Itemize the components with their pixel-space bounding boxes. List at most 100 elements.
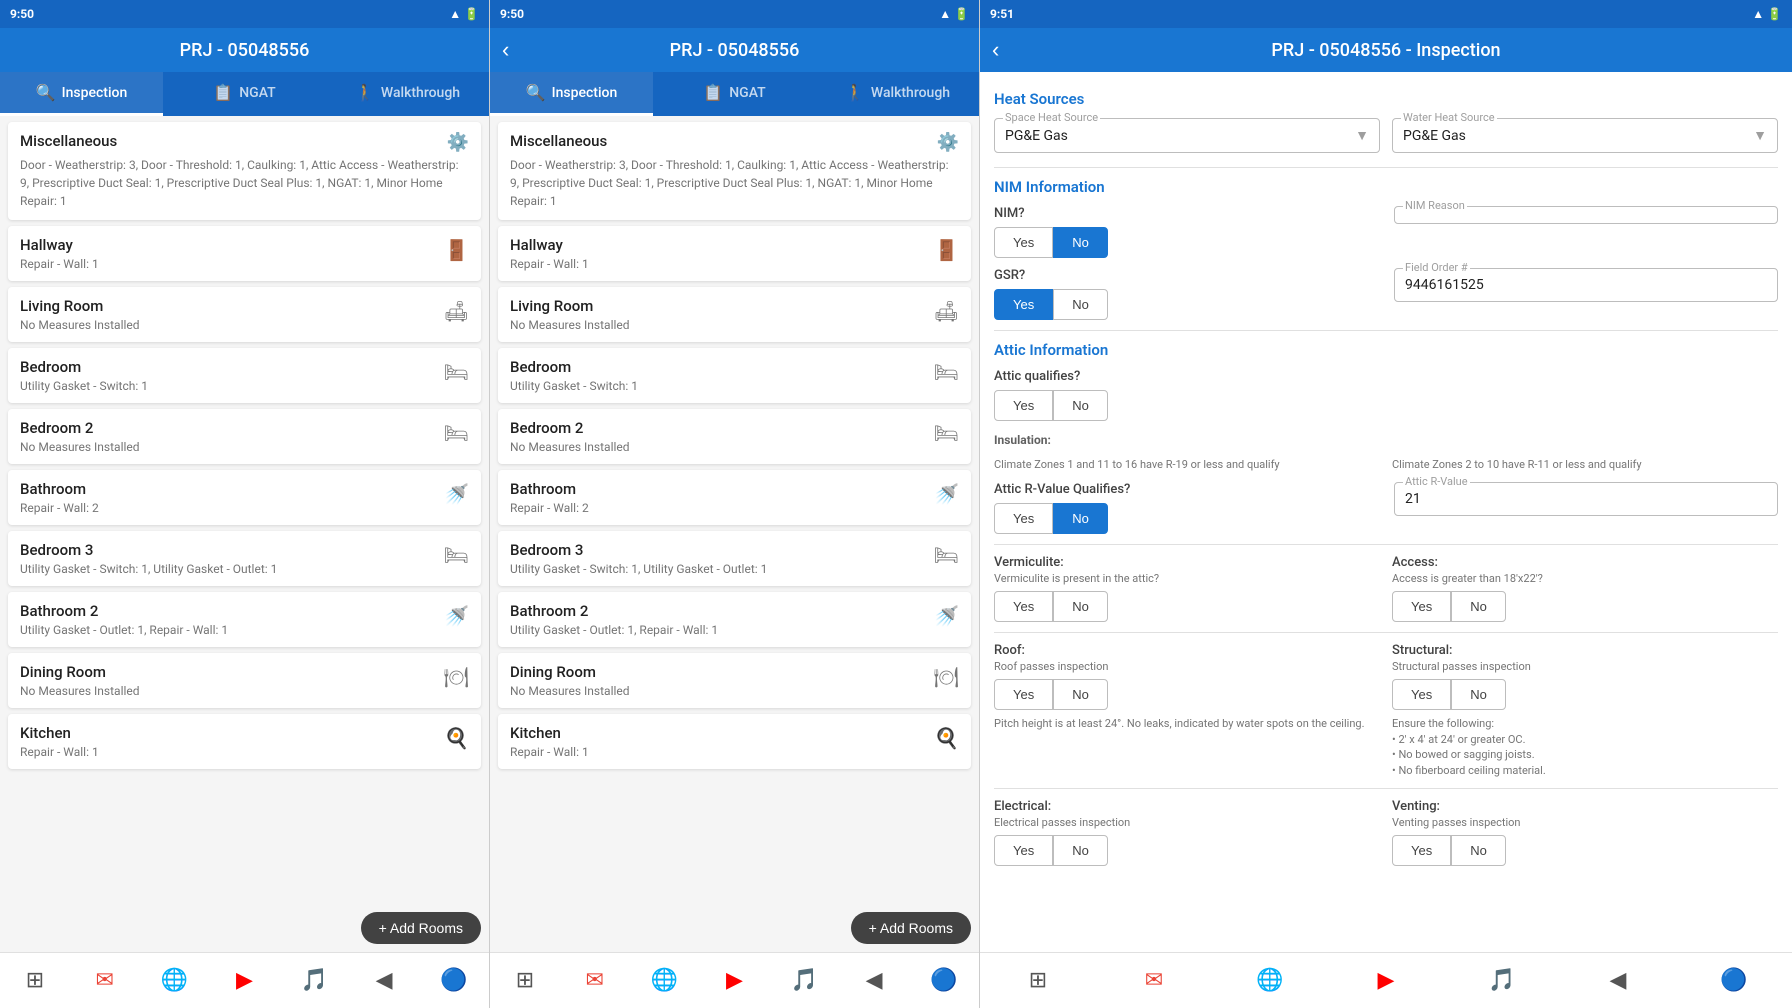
left-room-bathroom[interactable]: Bathroom Repair - Wall: 2 🚿	[8, 470, 481, 525]
structural-desc: Structural passes inspection	[1392, 660, 1778, 673]
access-title: Access:	[1392, 555, 1778, 570]
venting-title: Venting:	[1392, 799, 1778, 814]
rvalue-no-button[interactable]: No	[1053, 503, 1108, 534]
access-yes-button[interactable]: Yes	[1392, 591, 1451, 622]
nim-reason-field[interactable]: NIM Reason	[1394, 206, 1778, 224]
left-misc-card[interactable]: Miscellaneous ⚙️ Door - Weatherstrip: 3,…	[8, 122, 481, 220]
right-inspection-content: Heat Sources Space Heat Source PG&E Gas …	[980, 72, 1792, 952]
space-heat-dropdown-icon[interactable]: ▼	[1355, 127, 1369, 144]
mid-nav-grid-icon[interactable]: ⊞	[509, 965, 541, 997]
left-nav-back-icon[interactable]: ◀	[368, 965, 400, 997]
right-nav-photos-icon[interactable]: 🎵	[1486, 965, 1518, 997]
mid-room-kitchen[interactable]: Kitchen Repair - Wall: 1 🍳	[498, 714, 971, 769]
rvalue-qualifies-label: Attic R-Value Qualifies?	[994, 482, 1378, 497]
left-room-hallway[interactable]: Hallway Repair - Wall: 1 🚪	[8, 226, 481, 281]
structural-no-button[interactable]: No	[1451, 679, 1506, 710]
structural-yes-button[interactable]: Yes	[1392, 679, 1451, 710]
tab-walkthrough-left[interactable]: 🚶 Walkthrough	[326, 72, 489, 116]
left-nav-gmail-icon[interactable]: ✉	[89, 965, 121, 997]
left-nav-chrome-icon[interactable]: 🌐	[159, 965, 191, 997]
left-room-dining[interactable]: Dining Room No Measures Installed 🍽	[8, 653, 481, 708]
left-hallway-name: Hallway	[20, 236, 436, 254]
attic-qualifies-no[interactable]: No	[1053, 390, 1108, 421]
tab-inspection-mid[interactable]: 🔍 Inspection	[490, 72, 653, 116]
mid-nav-chrome-icon[interactable]: 🌐	[649, 965, 681, 997]
mid-room-bedroom2[interactable]: Bedroom 2 No Measures Installed 🛏	[498, 409, 971, 464]
left-room-living-room[interactable]: Living Room No Measures Installed 🛋	[8, 287, 481, 342]
mid-back-button[interactable]: ‹	[502, 37, 509, 63]
mid-room-bedroom[interactable]: Bedroom Utility Gasket - Switch: 1 🛏	[498, 348, 971, 403]
left-room-bedroom[interactable]: Bedroom Utility Gasket - Switch: 1 🛏	[8, 348, 481, 403]
roof-no-button[interactable]: No	[1053, 679, 1108, 710]
mid-bedroom-icon: 🛏	[934, 360, 959, 384]
electrical-no-button[interactable]: No	[1053, 835, 1108, 866]
roof-yes-button[interactable]: Yes	[994, 679, 1053, 710]
tab-ngat-mid[interactable]: 📋 NGAT	[653, 72, 816, 116]
water-heat-field: Water Heat Source PG&E Gas ▼	[1392, 118, 1778, 153]
left-nav-youtube-icon[interactable]: ▶	[228, 965, 260, 997]
attic-rvalue-field[interactable]: Attic R-Value 21	[1394, 482, 1778, 516]
mid-hallway-name: Hallway	[510, 236, 926, 254]
access-no-button[interactable]: No	[1451, 591, 1506, 622]
mid-nav-gmail-icon[interactable]: ✉	[579, 965, 611, 997]
left-nav-app-icon[interactable]: 🔵	[438, 965, 470, 997]
right-nav-gmail-icon[interactable]: ✉	[1138, 965, 1170, 997]
attic-qualifies-yes[interactable]: Yes	[994, 390, 1053, 421]
roof-col: Roof: Roof passes inspection Yes No Pitc…	[994, 643, 1380, 778]
right-nav-youtube-icon[interactable]: ▶	[1370, 965, 1402, 997]
tab-inspection-left[interactable]: 🔍 Inspection	[0, 72, 163, 116]
attic-qualifies-toggle: Yes No	[994, 390, 1778, 421]
water-heat-dropdown-icon[interactable]: ▼	[1753, 127, 1767, 144]
right-nav-back-icon[interactable]: ◀	[1602, 965, 1634, 997]
nim-info-title: NIM Information	[994, 178, 1778, 196]
left-bathroom2-detail: Utility Gasket - Outlet: 1, Repair - Wal…	[20, 623, 436, 637]
water-heat-value: PG&E Gas	[1403, 128, 1466, 144]
electrical-venting-section: Electrical: Electrical passes inspection…	[994, 799, 1778, 866]
field-order-field[interactable]: Field Order # 9446161525	[1394, 268, 1778, 302]
mid-nav-photos-icon[interactable]: 🎵	[788, 965, 820, 997]
left-room-bedroom3[interactable]: Bedroom 3 Utility Gasket - Switch: 1, Ut…	[8, 531, 481, 586]
ngat-icon-left: 📋	[213, 83, 233, 102]
verm-yes-button[interactable]: Yes	[994, 591, 1053, 622]
mid-nav-back-icon[interactable]: ◀	[858, 965, 890, 997]
left-status-icons: ▲ 🔋	[449, 7, 479, 21]
mid-room-bathroom2[interactable]: Bathroom 2 Utility Gasket - Outlet: 1, R…	[498, 592, 971, 647]
left-time: 9:50	[10, 7, 34, 21]
left-kitchen-name: Kitchen	[20, 724, 436, 742]
insulation-left-text: Climate Zones 1 and 11 to 16 have R-19 o…	[994, 457, 1380, 472]
tab-walkthrough-mid[interactable]: 🚶 Walkthrough	[816, 72, 979, 116]
mid-tab-bar: 🔍 Inspection 📋 NGAT 🚶 Walkthrough	[490, 72, 979, 116]
mid-misc-card[interactable]: Miscellaneous ⚙️ Door - Weatherstrip: 3,…	[498, 122, 971, 220]
mid-room-living-room[interactable]: Living Room No Measures Installed 🛋	[498, 287, 971, 342]
mid-room-hallway[interactable]: Hallway Repair - Wall: 1 🚪	[498, 226, 971, 281]
tab-ngat-left[interactable]: 📋 NGAT	[163, 72, 326, 116]
venting-yes-button[interactable]: Yes	[1392, 835, 1451, 866]
venting-no-button[interactable]: No	[1451, 835, 1506, 866]
mid-room-dining[interactable]: Dining Room No Measures Installed 🍽	[498, 653, 971, 708]
verm-no-button[interactable]: No	[1053, 591, 1108, 622]
left-nav-grid-icon[interactable]: ⊞	[19, 965, 51, 997]
nim-yes-button[interactable]: Yes	[994, 227, 1053, 258]
left-room-bedroom2[interactable]: Bedroom 2 No Measures Installed 🛏	[8, 409, 481, 464]
gsr-no-button[interactable]: No	[1053, 289, 1108, 320]
right-nav-grid-icon[interactable]: ⊞	[1022, 965, 1054, 997]
electrical-yes-button[interactable]: Yes	[994, 835, 1053, 866]
mid-add-rooms-button[interactable]: + Add Rooms	[851, 912, 971, 944]
left-add-rooms-button[interactable]: + Add Rooms	[361, 912, 481, 944]
mid-nav-youtube-icon[interactable]: ▶	[718, 965, 750, 997]
mid-dining-name: Dining Room	[510, 663, 926, 681]
right-nav-app-icon[interactable]: 🔵	[1718, 965, 1750, 997]
rvalue-yes-button[interactable]: Yes	[994, 503, 1053, 534]
left-room-bathroom2[interactable]: Bathroom 2 Utility Gasket - Outlet: 1, R…	[8, 592, 481, 647]
left-bedroom-icon: 🛏	[444, 360, 469, 384]
nim-no-button[interactable]: No	[1053, 227, 1108, 258]
mid-nav-app-icon[interactable]: 🔵	[928, 965, 960, 997]
left-room-kitchen[interactable]: Kitchen Repair - Wall: 1 🍳	[8, 714, 481, 769]
right-nav-chrome-icon[interactable]: 🌐	[1254, 965, 1286, 997]
left-nav-photos-icon[interactable]: 🎵	[298, 965, 330, 997]
right-back-button[interactable]: ‹	[992, 37, 999, 63]
mid-room-bedroom3[interactable]: Bedroom 3 Utility Gasket - Switch: 1, Ut…	[498, 531, 971, 586]
mid-kitchen-detail: Repair - Wall: 1	[510, 745, 926, 759]
gsr-yes-button[interactable]: Yes	[994, 289, 1053, 320]
mid-room-bathroom[interactable]: Bathroom Repair - Wall: 2 🚿	[498, 470, 971, 525]
